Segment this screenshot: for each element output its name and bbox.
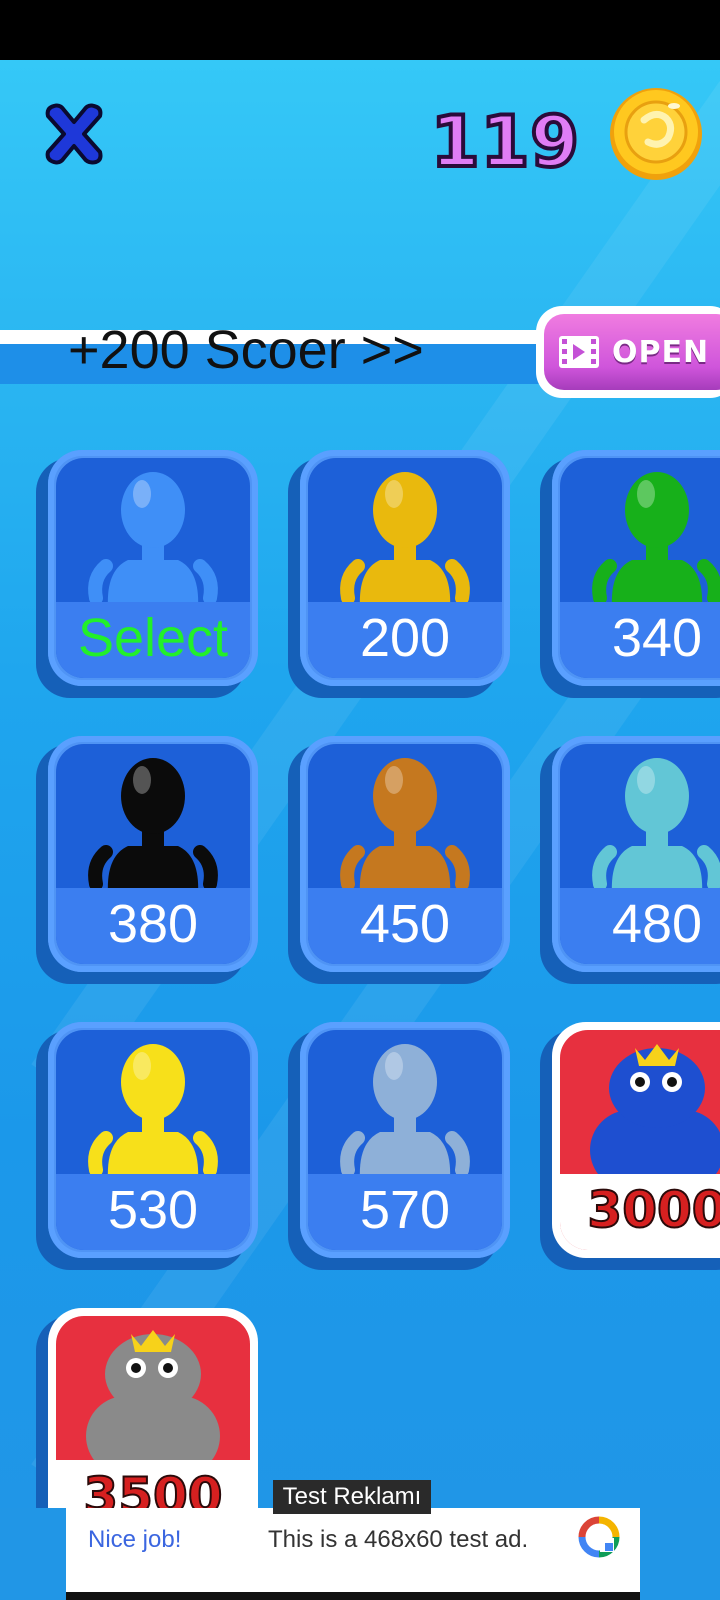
ad-margin bbox=[640, 1508, 720, 1600]
skin-price: 570 bbox=[308, 1174, 502, 1250]
score-bonus-text[interactable]: +200 Scoer >> bbox=[68, 318, 424, 382]
video-icon bbox=[559, 336, 599, 368]
card-frame: 3000 bbox=[552, 1022, 720, 1258]
skin-price: 450 bbox=[308, 888, 502, 964]
card-body: 480 bbox=[560, 744, 720, 964]
card-body: 200 bbox=[308, 458, 502, 678]
skin-price: 340 bbox=[560, 602, 720, 678]
skin-card[interactable]: 340 bbox=[540, 450, 720, 698]
ad-title[interactable]: Nice job! bbox=[88, 1520, 181, 1560]
character-icon bbox=[340, 758, 470, 894]
skin-card[interactable]: 450 bbox=[288, 736, 518, 984]
card-frame: 380 bbox=[48, 736, 258, 972]
card-body: 570 bbox=[308, 1030, 502, 1250]
character-icon bbox=[590, 1044, 720, 1180]
card-body: 450 bbox=[308, 744, 502, 964]
open-label: OPEN bbox=[612, 334, 710, 370]
skin-price: 530 bbox=[56, 1174, 250, 1250]
close-icon[interactable] bbox=[34, 94, 114, 174]
character-icon bbox=[592, 758, 720, 894]
card-body: 3000 bbox=[560, 1030, 720, 1250]
character-icon bbox=[340, 1044, 470, 1180]
card-frame: 530 bbox=[48, 1022, 258, 1258]
card-frame: 480 bbox=[552, 736, 720, 972]
ad-label: Test Reklamı bbox=[273, 1480, 431, 1514]
character-icon bbox=[340, 472, 470, 608]
character-icon bbox=[88, 472, 218, 608]
card-body: Select bbox=[56, 458, 250, 678]
card-body: 530 bbox=[56, 1030, 250, 1250]
skin-card[interactable]: 530 bbox=[36, 1022, 266, 1270]
card-frame: Select bbox=[48, 450, 258, 686]
card-body: 380 bbox=[56, 744, 250, 964]
character-icon bbox=[86, 1330, 220, 1466]
skin-card[interactable]: 3000 bbox=[540, 1022, 720, 1270]
skin-card[interactable]: 570 bbox=[288, 1022, 518, 1270]
skin-card[interactable]: Select bbox=[36, 450, 266, 698]
character-icon bbox=[88, 1044, 218, 1180]
character-icon bbox=[88, 758, 218, 894]
coin-icon bbox=[610, 88, 702, 180]
card-body: 340 bbox=[560, 458, 720, 678]
open-video-button[interactable]: OPEN bbox=[536, 306, 720, 398]
ad-bottom-bar bbox=[66, 1592, 640, 1600]
ad-text[interactable]: This is a 468x60 test ad. bbox=[268, 1520, 528, 1560]
coin-count: 119 bbox=[429, 100, 581, 184]
skin-card[interactable]: 380 bbox=[36, 736, 266, 984]
character-icon bbox=[592, 472, 720, 608]
ad-margin bbox=[0, 1508, 66, 1600]
ad-choices-icon[interactable] bbox=[578, 1516, 620, 1558]
card-frame: 570 bbox=[300, 1022, 510, 1258]
skin-price: 480 bbox=[560, 888, 720, 964]
skin-card[interactable]: 200 bbox=[288, 450, 518, 698]
shop-screen: 119 +200 Scoer >> OPEN Select 200 340 38… bbox=[0, 60, 720, 1600]
card-frame: 340 bbox=[552, 450, 720, 686]
skin-price: Select bbox=[56, 602, 250, 678]
skin-price: 3000 bbox=[560, 1174, 720, 1250]
skin-card[interactable]: 480 bbox=[540, 736, 720, 984]
skin-price: 200 bbox=[308, 602, 502, 678]
card-body: 3500 bbox=[56, 1316, 250, 1536]
card-frame: 200 bbox=[300, 450, 510, 686]
card-frame: 450 bbox=[300, 736, 510, 972]
skin-price: 380 bbox=[56, 888, 250, 964]
